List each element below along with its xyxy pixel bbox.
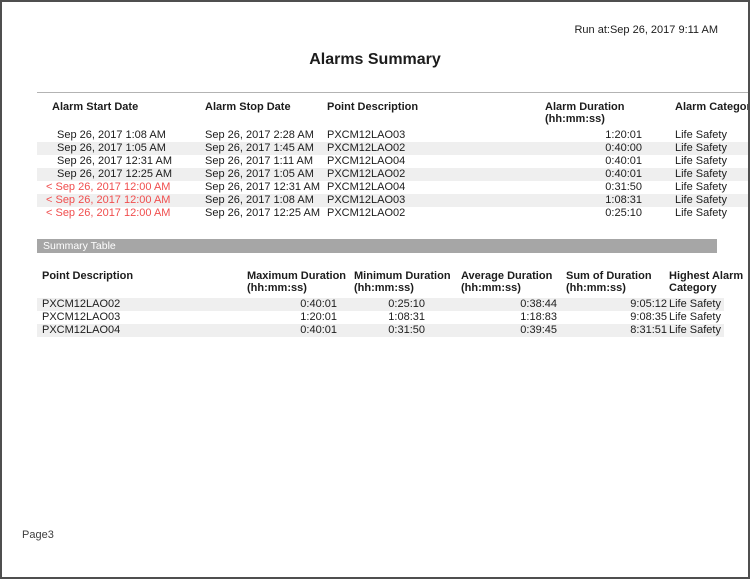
column-header-minimum-duration: Minimum Duration(hh:mm:ss) bbox=[352, 264, 461, 298]
summary-average-duration-cell: 0:38:44 bbox=[461, 298, 566, 311]
point-description-cell: PXCM12LAO04 bbox=[327, 181, 517, 194]
run-at-timestamp: Run at:Sep 26, 2017 9:11 AM bbox=[574, 24, 718, 36]
point-description-cell: PXCM12LAO02 bbox=[327, 142, 517, 155]
column-header-sum-of-duration: Sum of Duration(hh:mm:ss) bbox=[566, 264, 669, 298]
alarm-stop-date-cell: Sep 26, 2017 12:31 AM bbox=[205, 181, 327, 194]
summary-average-duration-cell: 0:39:45 bbox=[461, 324, 566, 337]
alarm-duration-cell: 0:31:50 bbox=[517, 181, 645, 194]
column-header-maximum-duration: Maximum Duration(hh:mm:ss) bbox=[247, 264, 352, 298]
column-header-alarm-category: Alarm Category bbox=[645, 93, 750, 130]
alarm-start-date-cell: Sep 26, 2017 12:25 AM bbox=[37, 168, 205, 181]
alarm-stop-date-cell: Sep 26, 2017 1:05 AM bbox=[205, 168, 327, 181]
summary-sum-of-duration-cell: 9:08:35 bbox=[566, 311, 669, 324]
alarm-stop-date-cell: Sep 26, 2017 1:08 AM bbox=[205, 194, 327, 207]
column-header-maximum-duration-label: Maximum Duration bbox=[247, 270, 346, 282]
alarm-row-flagged: < Sep 26, 2017 12:00 AM Sep 26, 2017 12:… bbox=[37, 181, 750, 194]
summary-section-bar: Summary Table bbox=[37, 239, 717, 253]
summary-maximum-duration-cell: 0:40:01 bbox=[247, 324, 352, 337]
alarm-duration-cell: 0:25:10 bbox=[517, 207, 645, 220]
summary-table-header-row: Point Description Maximum Duration(hh:mm… bbox=[37, 264, 724, 298]
page-number: Page3 bbox=[22, 529, 54, 541]
alarm-stop-date-cell: Sep 26, 2017 1:45 AM bbox=[205, 142, 327, 155]
alarm-start-date-cell-flagged: < Sep 26, 2017 12:00 AM bbox=[37, 194, 205, 207]
alarm-start-date-cell-flagged: < Sep 26, 2017 12:00 AM bbox=[37, 181, 205, 194]
alarm-duration-cell: 1:08:31 bbox=[517, 194, 645, 207]
column-header-minimum-duration-unit: (hh:mm:ss) bbox=[354, 282, 461, 294]
alarm-category-cell: Life Safety bbox=[645, 194, 750, 207]
alarm-row-flagged: < Sep 26, 2017 12:00 AM Sep 26, 2017 1:0… bbox=[37, 194, 750, 207]
summary-point-description-cell: PXCM12LAO04 bbox=[37, 324, 247, 337]
point-description-cell: PXCM12LAO03 bbox=[327, 129, 517, 142]
alarm-category-cell: Life Safety bbox=[645, 207, 750, 220]
alarm-category-cell: Life Safety bbox=[645, 155, 750, 168]
alarm-start-date-cell: Sep 26, 2017 1:08 AM bbox=[37, 129, 205, 142]
summary-row: PXCM12LAO02 0:40:01 0:25:10 0:38:44 9:05… bbox=[37, 298, 724, 311]
column-header-alarm-stop-date: Alarm Stop Date bbox=[205, 93, 327, 130]
alarm-start-date-cell-flagged: < Sep 26, 2017 12:00 AM bbox=[37, 207, 205, 220]
alarm-duration-cell: 1:20:01 bbox=[517, 129, 645, 142]
summary-row: PXCM12LAO03 1:20:01 1:08:31 1:18:83 9:08… bbox=[37, 311, 724, 324]
alarm-stop-date-cell: Sep 26, 2017 1:11 AM bbox=[205, 155, 327, 168]
column-header-alarm-duration-label: Alarm Duration bbox=[545, 101, 624, 113]
alarms-table-header-row: Alarm Start Date Alarm Stop Date Point D… bbox=[37, 93, 750, 130]
column-header-point-description: Point Description bbox=[37, 264, 247, 298]
summary-row: PXCM12LAO04 0:40:01 0:31:50 0:39:45 8:31… bbox=[37, 324, 724, 337]
column-header-highest-alarm-category: Highest AlarmCategory bbox=[669, 264, 724, 298]
summary-highest-category-cell: Life Safety bbox=[669, 324, 724, 337]
column-header-sum-of-duration-unit: (hh:mm:ss) bbox=[566, 282, 669, 294]
summary-table: Point Description Maximum Duration(hh:mm… bbox=[37, 264, 724, 337]
alarm-row: Sep 26, 2017 1:08 AM Sep 26, 2017 2:28 A… bbox=[37, 129, 750, 142]
summary-average-duration-cell: 1:18:83 bbox=[461, 311, 566, 324]
alarm-row: Sep 26, 2017 12:31 AM Sep 26, 2017 1:11 … bbox=[37, 155, 750, 168]
column-header-minimum-duration-label: Minimum Duration bbox=[354, 270, 451, 282]
column-header-alarm-duration-unit: (hh:mm:ss) bbox=[545, 113, 645, 125]
alarm-row: Sep 26, 2017 1:05 AM Sep 26, 2017 1:45 A… bbox=[37, 142, 750, 155]
summary-point-description-cell: PXCM12LAO03 bbox=[37, 311, 247, 324]
point-description-cell: PXCM12LAO02 bbox=[327, 207, 517, 220]
column-header-sum-of-duration-label: Sum of Duration bbox=[566, 270, 652, 282]
alarm-duration-cell: 0:40:01 bbox=[517, 155, 645, 168]
column-header-maximum-duration-unit: (hh:mm:ss) bbox=[247, 282, 352, 294]
column-header-average-duration: Average Duration(hh:mm:ss) bbox=[461, 264, 566, 298]
column-header-alarm-duration: Alarm Duration(hh:mm:ss) bbox=[517, 93, 645, 130]
alarm-start-date-cell: Sep 26, 2017 12:31 AM bbox=[37, 155, 205, 168]
summary-minimum-duration-cell: 0:25:10 bbox=[352, 298, 461, 311]
summary-highest-category-cell: Life Safety bbox=[669, 311, 724, 324]
point-description-cell: PXCM12LAO03 bbox=[327, 194, 517, 207]
alarm-duration-cell: 0:40:01 bbox=[517, 168, 645, 181]
column-header-highest-alarm-category-line2: Category bbox=[669, 282, 724, 294]
summary-minimum-duration-cell: 1:08:31 bbox=[352, 311, 461, 324]
summary-minimum-duration-cell: 0:31:50 bbox=[352, 324, 461, 337]
summary-sum-of-duration-cell: 9:05:12 bbox=[566, 298, 669, 311]
column-header-alarm-start-date: Alarm Start Date bbox=[37, 93, 205, 130]
column-header-average-duration-label: Average Duration bbox=[461, 270, 552, 282]
alarm-category-cell: Life Safety bbox=[645, 181, 750, 194]
point-description-cell: PXCM12LAO02 bbox=[327, 168, 517, 181]
column-header-average-duration-unit: (hh:mm:ss) bbox=[461, 282, 566, 294]
column-header-point-description: Point Description bbox=[327, 93, 517, 130]
summary-maximum-duration-cell: 1:20:01 bbox=[247, 311, 352, 324]
report-page: Run at:Sep 26, 2017 9:11 AM Alarms Summa… bbox=[0, 0, 750, 579]
alarm-row: Sep 26, 2017 12:25 AM Sep 26, 2017 1:05 … bbox=[37, 168, 750, 181]
alarm-category-cell: Life Safety bbox=[645, 168, 750, 181]
page-title: Alarms Summary bbox=[2, 51, 748, 69]
alarm-stop-date-cell: Sep 26, 2017 12:25 AM bbox=[205, 207, 327, 220]
summary-highest-category-cell: Life Safety bbox=[669, 298, 724, 311]
point-description-cell: PXCM12LAO04 bbox=[327, 155, 517, 168]
summary-point-description-cell: PXCM12LAO02 bbox=[37, 298, 247, 311]
alarm-stop-date-cell: Sep 26, 2017 2:28 AM bbox=[205, 129, 327, 142]
alarm-start-date-cell: Sep 26, 2017 1:05 AM bbox=[37, 142, 205, 155]
summary-sum-of-duration-cell: 8:31:51 bbox=[566, 324, 669, 337]
column-header-highest-alarm-category-line1: Highest Alarm bbox=[669, 270, 743, 282]
alarm-duration-cell: 0:40:00 bbox=[517, 142, 645, 155]
summary-maximum-duration-cell: 0:40:01 bbox=[247, 298, 352, 311]
alarms-table: Alarm Start Date Alarm Stop Date Point D… bbox=[37, 92, 750, 220]
alarm-category-cell: Life Safety bbox=[645, 142, 750, 155]
alarm-row-flagged: < Sep 26, 2017 12:00 AM Sep 26, 2017 12:… bbox=[37, 207, 750, 220]
alarm-category-cell: Life Safety bbox=[645, 129, 750, 142]
